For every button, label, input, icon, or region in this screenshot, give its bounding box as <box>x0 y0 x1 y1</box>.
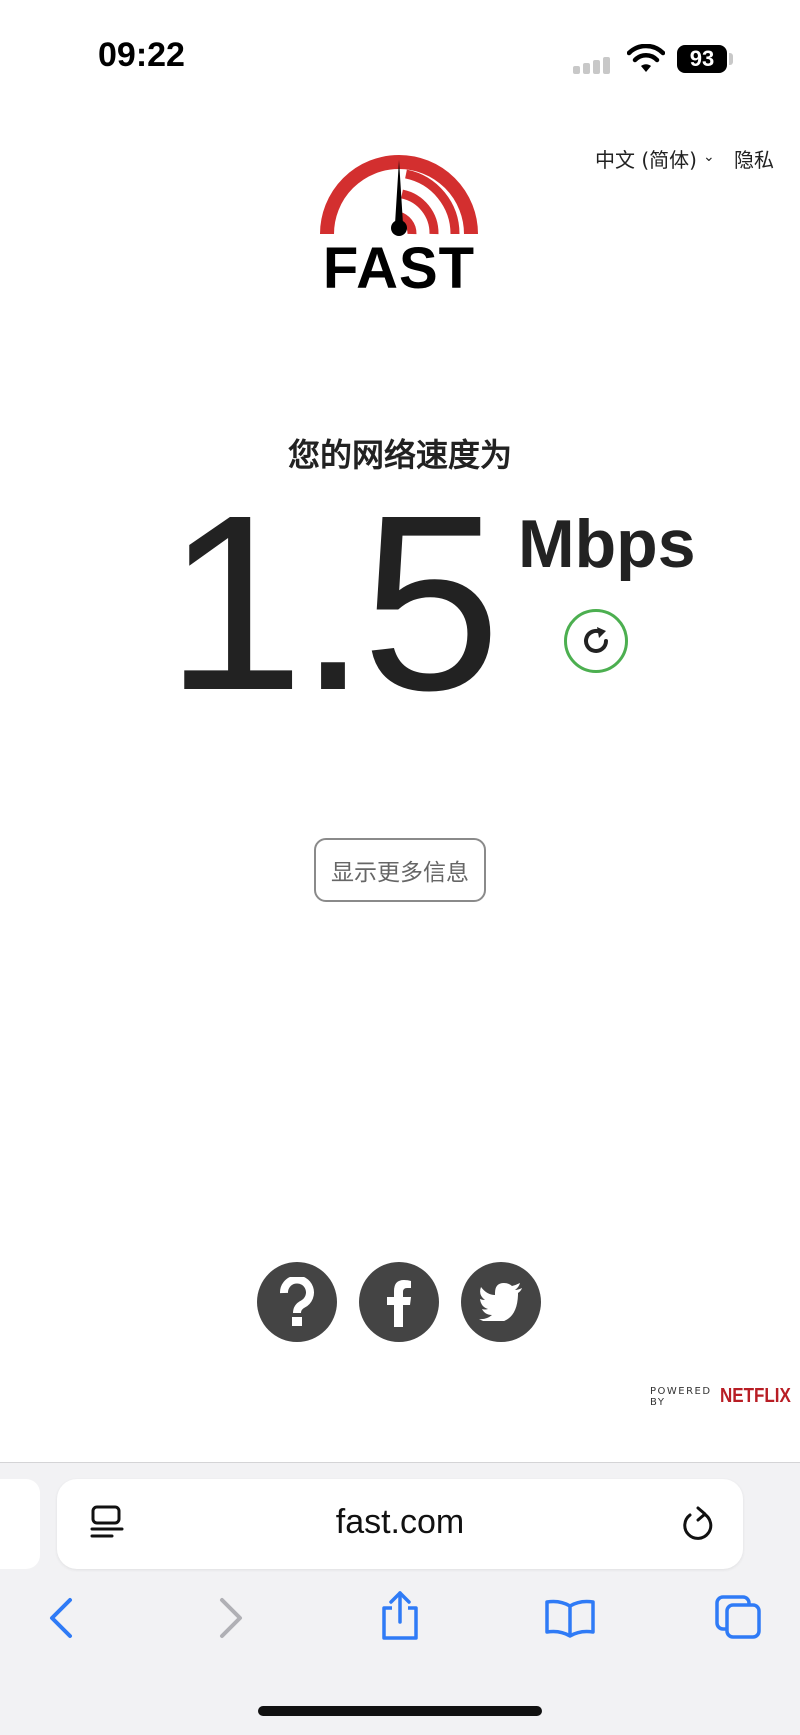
share-icon[interactable] <box>378 1590 422 1642</box>
forward-icon[interactable] <box>216 1594 248 1642</box>
wifi-icon <box>627 44 665 72</box>
home-indicator <box>258 1706 542 1716</box>
cellular-signal-icon <box>573 54 615 74</box>
back-icon[interactable] <box>44 1594 76 1642</box>
powered-by-netflix[interactable]: POWERED BY NETFLIX <box>650 1385 800 1408</box>
facebook-share-button[interactable] <box>359 1262 439 1342</box>
reload-icon[interactable] <box>678 1505 714 1543</box>
help-button[interactable] <box>257 1262 337 1342</box>
language-selector[interactable]: 中文 (简体) ⌄ <box>595 144 715 173</box>
show-more-info-button[interactable]: 显示更多信息 <box>314 838 486 902</box>
tabs-icon[interactable] <box>714 1594 762 1640</box>
bookmarks-icon[interactable] <box>544 1598 596 1638</box>
speed-value: 1.5 <box>165 463 501 742</box>
language-label: 中文 (简体) <box>595 148 697 172</box>
facebook-icon <box>387 1280 411 1327</box>
powered-by-label: POWERED BY <box>650 1385 712 1408</box>
netflix-logo-text: NETFLIX <box>719 1385 791 1407</box>
refresh-icon <box>584 627 608 653</box>
twitter-icon <box>479 1283 522 1321</box>
battery-indicator: 93 <box>677 45 727 73</box>
retest-button[interactable] <box>564 609 628 673</box>
chevron-down-icon: ⌄ <box>702 148 715 165</box>
fast-logo-text: FAST <box>322 236 476 301</box>
status-time: 09:22 <box>98 36 185 74</box>
twitter-share-button[interactable] <box>461 1262 541 1342</box>
privacy-link[interactable]: 隐私 <box>734 144 774 173</box>
question-mark-icon <box>280 1277 314 1326</box>
battery-tip <box>729 53 733 65</box>
speed-unit: Mbps <box>518 506 696 582</box>
